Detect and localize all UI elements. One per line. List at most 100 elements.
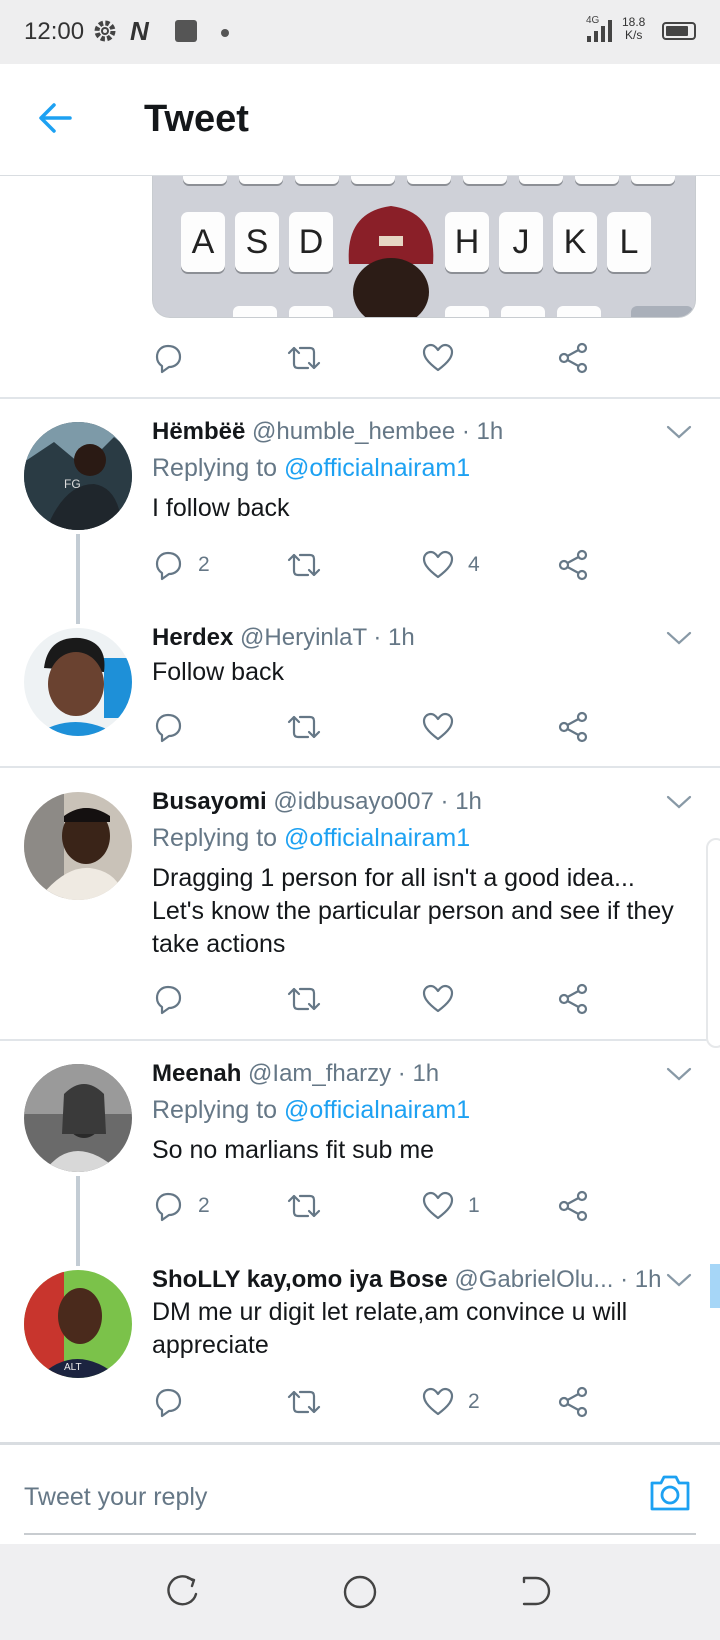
reply-icon [155,985,182,1015]
reply-button[interactable]: 2 [152,1186,210,1226]
home-icon[interactable] [342,1574,378,1615]
reply-button[interactable] [152,1382,184,1422]
mention-link[interactable]: @officialnairam1 [284,1096,470,1124]
svg-text:ALT: ALT [64,1362,82,1373]
input-underline [24,1533,696,1535]
avatar[interactable] [24,628,132,736]
share-button[interactable] [556,707,590,747]
avatar[interactable] [24,1064,132,1172]
like-button[interactable] [422,979,454,1019]
reply-button[interactable] [152,979,184,1019]
replying-to-label: Replying to [152,824,278,852]
reply-count: 2 [198,553,210,576]
mention-link[interactable]: @officialnairam1 [284,454,470,482]
heart-icon [422,343,454,372]
author-name: ShoLLY kay,omo iya Bose [152,1266,448,1293]
retweet-button[interactable] [286,1186,322,1226]
author-name: Busayomi [152,788,267,815]
battery-icon [662,22,696,40]
chevron-down-icon[interactable] [666,630,692,651]
tweet-text: Follow back [152,658,284,686]
tweet-author-line[interactable]: Busayomi @idbusayo007 · 1h [152,788,482,816]
tweet-actions: 2 4 [152,545,622,585]
retweet-button[interactable] [286,707,322,747]
arrow-left-icon[interactable] [36,100,76,141]
heart-icon [422,1387,454,1416]
tweet-actions [152,338,622,378]
replying-to-label: Replying to [152,1096,278,1124]
retweet-icon [287,715,321,739]
tweet-author-line[interactable]: ShoLLY kay,omo iya Bose @GabrielOlu... ·… [152,1266,661,1294]
retweet-button[interactable] [286,545,322,585]
heart-icon [422,984,454,1013]
page-title: Tweet [144,98,249,140]
replying-to-label: Replying to [152,454,278,482]
author-handle: @Iam_fharzy [248,1060,392,1087]
reply-button[interactable] [152,707,184,747]
tweet-text: Dragging 1 person for all isn't a good i… [152,864,674,958]
tweet-actions: 2 [152,1382,622,1422]
reply-input[interactable]: Tweet your reply [24,1483,207,1512]
retweet-button[interactable] [286,979,322,1019]
divider [0,397,720,399]
retweet-button[interactable] [286,1382,322,1422]
reply-button[interactable] [152,338,184,378]
gear-icon [92,18,118,49]
status-bar: 12:00 N 4G 18.8 K/s [0,0,720,64]
reply-composer: Tweet your reply [0,1442,720,1544]
like-button[interactable]: 1 [422,1186,480,1226]
share-button[interactable] [556,1186,590,1226]
share-button[interactable] [556,979,590,1019]
like-button[interactable]: 4 [422,545,480,585]
recent-apps-icon[interactable] [166,1574,200,1613]
chevron-down-icon[interactable] [666,794,692,815]
network-type: 4G [586,15,600,26]
network-speed: 18.8 K/s [622,16,645,42]
retweet-icon [287,1390,321,1414]
like-button[interactable]: 2 [422,1382,480,1422]
scroll-edge-hint [706,838,720,1048]
replying-to: Replying to @officialnairam1 [152,1096,470,1125]
avatar[interactable]: FG [24,422,132,530]
media-key: D [289,212,333,272]
avatar[interactable]: ALT [24,1270,132,1378]
reply-button[interactable]: 2 [152,545,210,585]
share-button[interactable] [556,1382,590,1422]
tweet-author-line[interactable]: Herdex @HeryinlaT · 1h [152,624,415,652]
media-key: J [499,212,543,272]
heart-icon [422,712,454,741]
tweet-author-line[interactable]: Meenah @Iam_fharzy · 1h [152,1060,439,1088]
share-button[interactable] [556,338,590,378]
author-name: Herdex [152,624,234,651]
media-key: K [553,212,597,272]
replying-to: Replying to @officialnairam1 [152,824,470,853]
speed-unit: K/s [625,28,643,42]
tweet-actions [152,707,622,747]
dot-icon [221,29,229,37]
divider [0,766,720,768]
tweet-time: · 1h [620,1266,662,1293]
chevron-down-icon[interactable] [666,1272,692,1293]
share-button[interactable] [556,545,590,585]
camera-icon[interactable] [648,1473,692,1518]
back-icon[interactable] [518,1574,552,1613]
retweet-button[interactable] [286,338,322,378]
avatar[interactable] [24,792,132,900]
chevron-down-icon[interactable] [666,1066,692,1087]
tweet-author-line[interactable]: Hëmbëë @humble_hembee · 1h [152,418,503,446]
tweet-media-image[interactable]: A S D H J K L [152,176,696,318]
scrollbar-thumb[interactable] [710,1264,720,1308]
author-handle: @idbusayo007 [273,788,434,815]
reply-icon [155,344,182,374]
share-icon [558,983,588,1015]
like-button[interactable] [422,707,454,747]
chevron-down-icon[interactable] [666,424,692,445]
like-count: 2 [468,1390,480,1413]
like-button[interactable] [422,338,454,378]
share-icon [558,711,588,743]
retweet-icon [287,1194,321,1218]
status-time: 12:00 [24,18,85,45]
like-count: 4 [468,553,480,576]
tweet-actions: 2 1 [152,1186,622,1226]
mention-link[interactable]: @officialnairam1 [284,824,470,852]
